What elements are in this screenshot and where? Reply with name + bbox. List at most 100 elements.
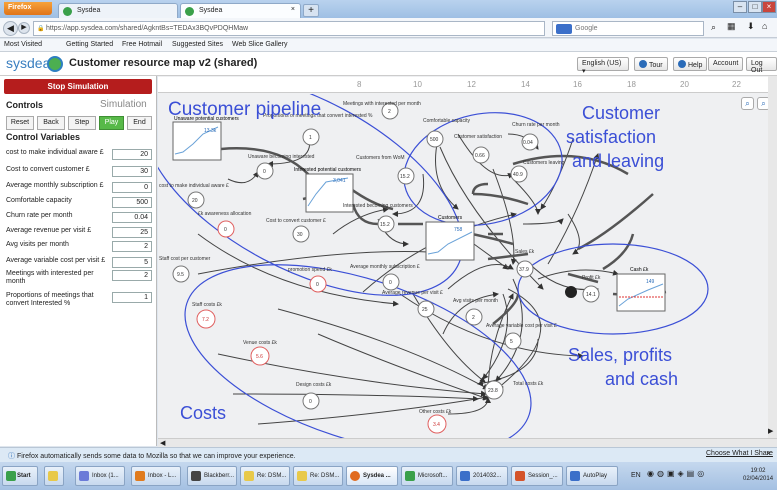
node-from-wom[interactable]: Customers from WoM 15.2 xyxy=(356,155,415,185)
node-visits[interactable]: Avg visits per month 2 xyxy=(453,298,498,326)
taskbar-item[interactable]: Re: DSM... xyxy=(240,466,290,486)
variable-input[interactable]: 20 xyxy=(112,149,152,160)
page-title: Customer resource map v2 (shared) xyxy=(69,57,258,69)
stop-simulation-button[interactable]: Stop Simulation xyxy=(4,79,152,94)
home-icon[interactable]: ⌂ xyxy=(762,21,767,31)
node-design[interactable]: Design costs £k 0 xyxy=(296,382,332,410)
stock-unaware[interactable]: Unaware potential customers 13.3k xyxy=(172,116,239,161)
new-tab-button[interactable]: + xyxy=(303,4,319,17)
node-other[interactable]: Other costs £k 3.4 xyxy=(419,409,452,434)
ruler-tick: 18 xyxy=(627,80,636,89)
node-value: 14.1 xyxy=(586,292,596,298)
variable-input[interactable]: 2 xyxy=(112,241,152,252)
variable-input[interactable]: 25 xyxy=(112,227,152,238)
info-icon: ⓘ xyxy=(8,453,17,460)
end-button[interactable]: End xyxy=(127,116,152,130)
node-staff[interactable]: Staff costs £k 7.2 xyxy=(192,302,222,329)
bookmark-free-hotmail[interactable]: Free Hotmail xyxy=(122,41,162,48)
system-tray-icons[interactable]: ◉◍▣◈▤◎ xyxy=(647,469,737,483)
start-button[interactable]: Start xyxy=(2,466,38,486)
play-button[interactable]: Play xyxy=(99,116,124,130)
close-notification-icon[interactable]: × xyxy=(766,449,771,458)
reset-button[interactable]: Reset xyxy=(6,116,34,130)
node-cost-aware[interactable]: cost to make individual aware £ 20 xyxy=(159,183,229,209)
download-icon[interactable]: ⬇ xyxy=(747,21,755,32)
annotation-sales-line2: and cash xyxy=(605,369,678,389)
node-staff-per-customer[interactable]: Staff cost per customer 9.5 xyxy=(159,256,211,283)
maximize-icon[interactable]: □ xyxy=(748,1,762,13)
bookmark-web-slice-gallery[interactable]: Web Slice Gallery xyxy=(232,41,288,48)
taskbar-label: Blackberr... xyxy=(204,473,235,479)
variable-input[interactable]: 2 xyxy=(112,270,152,281)
vertical-scrollbar[interactable] xyxy=(768,76,777,438)
tab-sysdea-1[interactable]: Sysdea xyxy=(58,3,178,18)
taskbar-item-active[interactable]: Sysdea ... xyxy=(346,466,398,486)
variable-input[interactable]: 0 xyxy=(112,182,152,193)
minimize-icon[interactable]: – xyxy=(733,1,747,13)
node-total[interactable]: Total costs £k 23.8 xyxy=(484,380,544,400)
horizontal-scrollbar[interactable] xyxy=(158,438,777,447)
node-label: Total costs £k xyxy=(513,381,544,387)
close-window-icon[interactable]: × xyxy=(762,1,776,13)
language-select[interactable]: English (US) ▾ xyxy=(577,57,629,75)
clock-date: 02/04/2014 xyxy=(743,476,774,482)
node-label: Cost to convert customer £ xyxy=(266,218,326,224)
taskbar-item[interactable]: Re: DSM... xyxy=(293,466,343,486)
annotation-sales-line1: Sales, profits xyxy=(568,345,672,365)
back-button[interactable]: Back xyxy=(37,116,65,130)
bookmark-getting-started[interactable]: Getting Started xyxy=(66,41,113,48)
variable-input[interactable]: 5 xyxy=(112,257,152,268)
scroll-right-icon[interactable]: ▶ xyxy=(768,427,773,435)
search-icon[interactable]: ⌕ xyxy=(711,22,716,33)
tab-sysdea-2[interactable]: Sysdea × xyxy=(180,3,301,18)
url-input[interactable]: 🔒 https://app.sysdea.com/shared/AgkntBs=T… xyxy=(33,21,545,36)
choose-what-i-share-button[interactable]: Choose What I Share xyxy=(706,450,773,457)
app-logo[interactable]: sysdea xyxy=(6,55,50,71)
taskbar-item[interactable]: 2014032... xyxy=(456,466,508,486)
taskbar-item[interactable]: Microsoft... xyxy=(401,466,453,486)
ruler-tick: 8 xyxy=(357,80,362,89)
stock-flow-diagram[interactable]: Unaware potential customers 13.3k Intere… xyxy=(158,94,768,438)
taskbar-item[interactable]: Session_... xyxy=(511,466,563,486)
variable-input[interactable]: 1 xyxy=(112,292,152,303)
language-indicator[interactable]: EN xyxy=(631,472,641,479)
scroll-left-icon[interactable]: ◀ xyxy=(160,439,165,447)
taskbar-item[interactable]: Inbox (1... xyxy=(75,466,125,486)
node-label: Average revenue per visit £ xyxy=(382,290,443,296)
firefox-menu-button[interactable]: Firefox xyxy=(4,2,52,15)
back-icon[interactable]: ◀ xyxy=(3,21,18,36)
node-label: Customers leaving xyxy=(523,160,565,166)
node-churn[interactable]: Churn rate per month 0.04 xyxy=(512,122,560,151)
help-button[interactable]: Help xyxy=(673,57,708,71)
node-subscription[interactable]: Average monthly subscription £ 0 xyxy=(350,264,420,291)
close-tab-icon[interactable]: × xyxy=(291,6,295,13)
account-button[interactable]: Account xyxy=(708,57,744,71)
tour-button[interactable]: Tour xyxy=(634,57,668,71)
variable-input[interactable]: 0.04 xyxy=(112,212,152,223)
node-becoming-customers[interactable]: Interested becoming customers 15.2 xyxy=(343,203,413,233)
node-profit[interactable]: Profit £k 14.1 xyxy=(582,275,601,303)
taskbar-item[interactable]: Blackberr... xyxy=(187,466,237,486)
search-input[interactable]: Google xyxy=(552,21,704,36)
variable-input[interactable]: 30 xyxy=(112,166,152,177)
node-cost-convert[interactable]: Cost to convert customer £ 30 xyxy=(266,218,326,243)
logout-button[interactable]: Log Out xyxy=(746,57,777,74)
taskbar-item[interactable]: Inbox - L... xyxy=(131,466,181,486)
node-satisfaction[interactable]: Customer satisfaction 0.66 xyxy=(454,134,502,164)
stock-cash[interactable]: Cash £k 149 xyxy=(616,267,666,312)
node-label: Customer satisfaction xyxy=(454,134,502,140)
variable-input[interactable]: 500 xyxy=(112,197,152,208)
stock-customers[interactable]: Customers 758 xyxy=(425,215,475,261)
node-awareness[interactable]: £k awareness allocation 0 xyxy=(198,211,252,238)
node-venue[interactable]: Venue costs £k 5.6 xyxy=(243,340,277,366)
bookmark-suggested-sites[interactable]: Suggested Sites xyxy=(172,41,223,48)
taskbar-clock[interactable]: 19:02 02/04/2014 xyxy=(743,467,773,483)
forward-icon[interactable]: ▶ xyxy=(18,22,30,34)
variable-label: Meetings with interested per month xyxy=(6,270,94,285)
envelope-icon xyxy=(297,471,307,481)
bookmarks-icon[interactable]: ▦ xyxy=(727,21,736,32)
explorer-taskbar-icon[interactable] xyxy=(44,466,64,486)
step-button[interactable]: Step xyxy=(68,116,96,130)
bookmark-most-visited[interactable]: Most Visited xyxy=(4,41,42,48)
taskbar-item[interactable]: AutoPlay xyxy=(566,466,618,486)
